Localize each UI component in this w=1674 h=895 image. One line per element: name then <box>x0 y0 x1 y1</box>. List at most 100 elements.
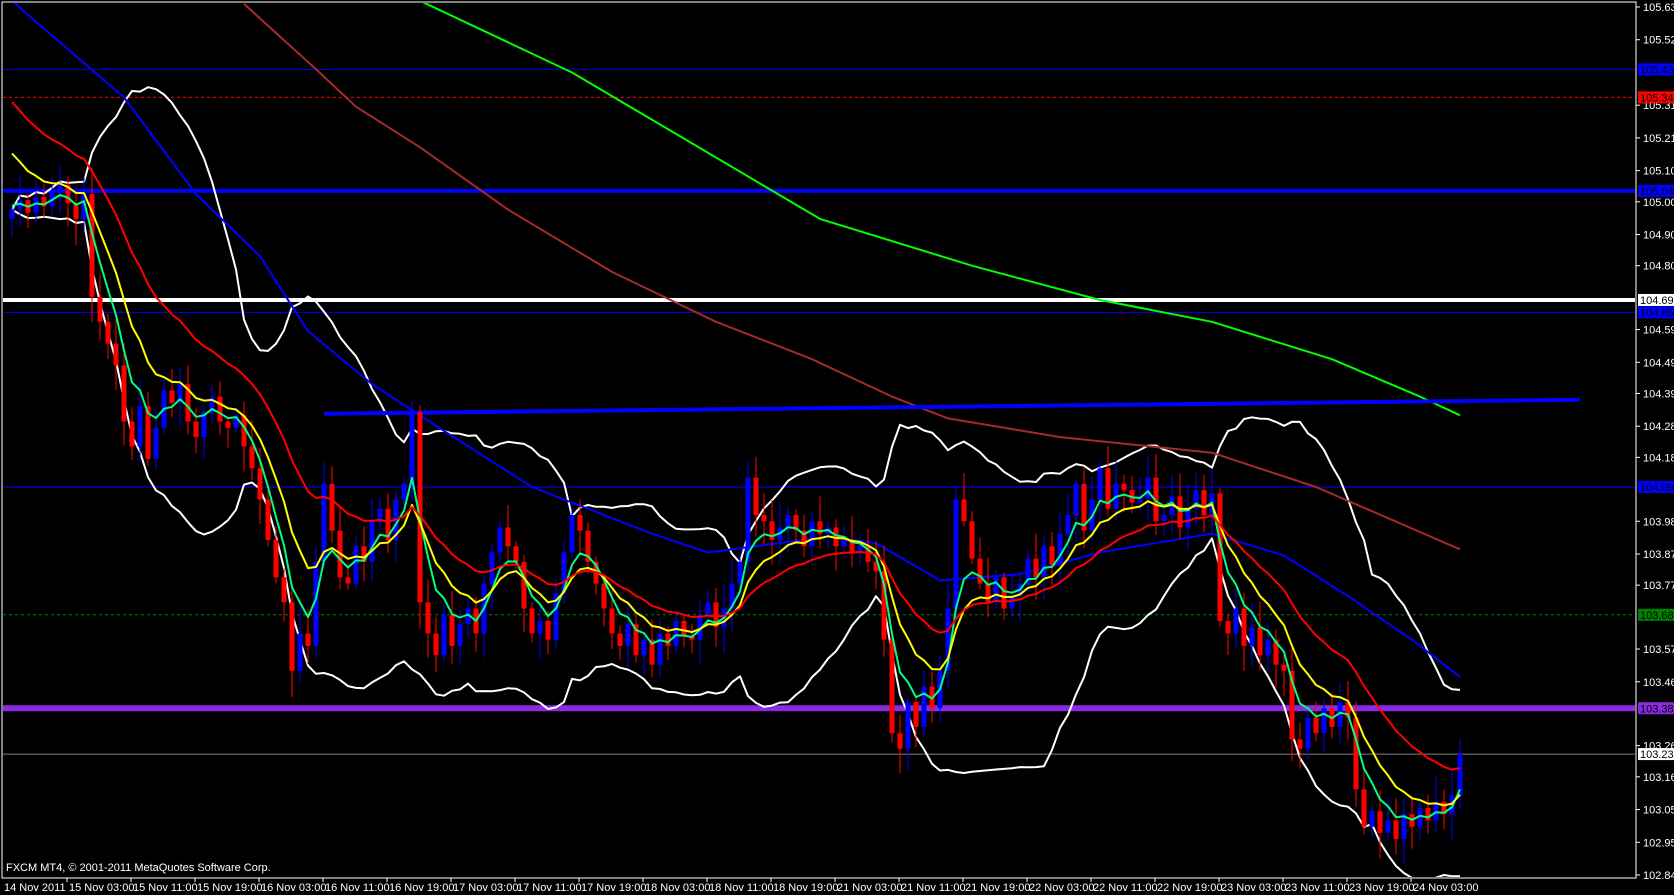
time-tick-label: 15 Nov 03:00 <box>69 882 134 894</box>
candle-body <box>961 499 967 522</box>
price-tag-label: 104.090 <box>1640 482 1674 494</box>
time-tick-label: 18 Nov 11:00 <box>709 882 774 894</box>
price-tag-label: 105.340 <box>1640 92 1674 104</box>
candle-body <box>497 527 503 553</box>
price-tick-label: 104.185 <box>1643 452 1674 464</box>
candle-body <box>1049 546 1055 565</box>
price-tick-label: 105.525 <box>1643 35 1674 47</box>
price-tick-label: 104.490 <box>1643 357 1674 369</box>
candle-body <box>977 558 983 584</box>
candle-body <box>217 396 223 422</box>
candle-body <box>529 608 535 634</box>
price-tick-label: 104.285 <box>1643 421 1674 433</box>
price-tick-label: 103.160 <box>1643 772 1674 784</box>
candle-body <box>1041 546 1047 578</box>
candle-body <box>505 527 511 547</box>
candle-body <box>993 577 999 603</box>
time-tick-label: 15 Nov 11:00 <box>133 882 198 894</box>
price-tag-105.430: 105.430 <box>1638 63 1674 76</box>
candle-body <box>985 583 991 603</box>
candle-body <box>305 633 311 646</box>
candle-body <box>1353 717 1359 790</box>
candle-body <box>953 499 959 609</box>
candle-body <box>1065 515 1071 534</box>
candle-body <box>1001 577 1007 609</box>
candle-body <box>897 733 903 749</box>
candle-body <box>1313 717 1319 734</box>
candle-body <box>57 184 63 191</box>
candle-body <box>1057 533 1063 565</box>
price-chart[interactable]: 105.630105.525105.315105.210105.105105.0… <box>0 0 1674 895</box>
candle-body <box>545 620 551 640</box>
candle-body <box>673 620 679 646</box>
candle-body <box>9 209 15 219</box>
time-tick-label: 18 Nov 19:00 <box>773 882 838 894</box>
price-tick-label: 103.055 <box>1643 805 1674 817</box>
candle-body <box>569 515 575 553</box>
price-tag-label: 103.380 <box>1640 703 1674 715</box>
candle-body <box>441 614 447 656</box>
time-tick-label: 18 Nov 03:00 <box>645 882 710 894</box>
time-tick-label: 22 Nov 19:00 <box>1157 882 1222 894</box>
price-tag-label: 103.233 <box>1640 749 1674 761</box>
price-tag-label: 105.040 <box>1640 186 1674 198</box>
price-tag-104.690: 104.690 <box>1638 293 1674 307</box>
candle-body <box>1265 639 1271 656</box>
candle-body <box>641 639 647 656</box>
candle-body <box>329 483 335 531</box>
price-tick-label: 105.005 <box>1643 197 1674 209</box>
price-tick-label: 105.105 <box>1643 166 1674 178</box>
candle-body <box>657 633 663 665</box>
price-tag-label: 103.680 <box>1640 610 1674 622</box>
candle-body <box>153 427 159 459</box>
candle-body <box>513 546 519 562</box>
candle-body <box>913 702 919 727</box>
candle-body <box>1281 664 1287 671</box>
price-tick-label: 104.800 <box>1643 261 1674 273</box>
time-tick-label: 16 Nov 11:00 <box>325 882 390 894</box>
candle-body <box>353 546 359 584</box>
candle-body <box>761 515 767 522</box>
candle-body <box>1393 820 1399 840</box>
time-tick-label: 17 Nov 03:00 <box>453 882 518 894</box>
candle-body <box>289 602 295 671</box>
candle-body <box>273 539 279 578</box>
candle-body <box>1225 620 1231 634</box>
candle-body <box>1233 608 1239 634</box>
price-tag-label: 105.430 <box>1640 64 1674 76</box>
time-tick-label: 17 Nov 19:00 <box>581 882 646 894</box>
candle-body <box>193 421 199 438</box>
candle-body <box>433 633 439 656</box>
candle-body <box>121 365 127 422</box>
candle-body <box>97 296 103 322</box>
candle <box>1217 488 1223 627</box>
candle-body <box>137 405 143 447</box>
price-tick-label: 105.630 <box>1643 2 1674 14</box>
candle-body <box>1305 717 1311 749</box>
price-tag-105.340: 105.340 <box>1638 91 1674 104</box>
time-tick-label: 23 Nov 03:00 <box>1221 882 1286 894</box>
candle-body <box>1321 708 1327 734</box>
candle-body <box>905 702 911 749</box>
candle-body <box>1425 807 1431 821</box>
candle-body <box>1377 811 1383 833</box>
candle-body <box>841 539 847 547</box>
candle-body <box>457 624 463 646</box>
candle-body <box>225 421 231 428</box>
candle-body <box>609 608 615 634</box>
candle-body <box>409 412 415 484</box>
candle-body <box>1073 483 1079 516</box>
candle-body <box>1241 608 1247 646</box>
price-tick-label: 103.875 <box>1643 549 1674 561</box>
candle-body <box>449 614 455 646</box>
candle-body <box>1217 493 1223 621</box>
price-tag-103.380: 103.380 <box>1638 702 1674 715</box>
price-tick-label: 103.980 <box>1643 516 1674 528</box>
candle-body <box>617 633 623 646</box>
candle-body <box>1009 596 1015 609</box>
candle-body <box>681 620 687 637</box>
candle-body <box>889 639 895 734</box>
candle-body <box>1201 490 1207 516</box>
time-tick-label: 17 Nov 11:00 <box>517 882 582 894</box>
time-tick-label: 24 Nov 03:00 <box>1413 882 1478 894</box>
